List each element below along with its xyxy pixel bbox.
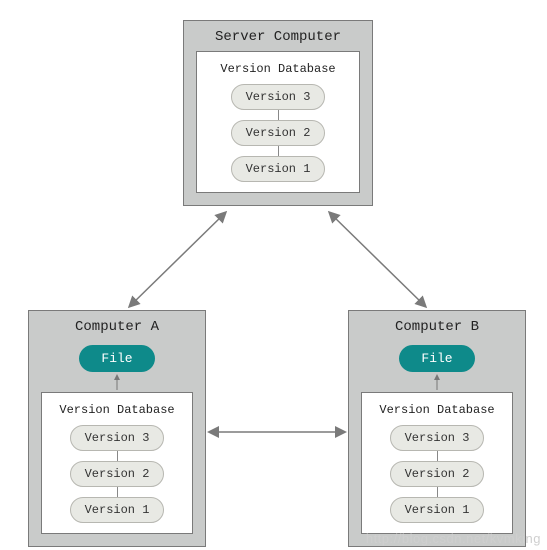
computer-b-box: Computer B File Version Database Version… <box>348 310 526 547</box>
file-pill: File <box>79 345 154 372</box>
version-pill: Version 2 <box>70 461 165 487</box>
computer-a-title: Computer A <box>29 311 205 341</box>
version-pill: Version 1 <box>70 497 165 523</box>
computer-a-db: Version Database Version 3 Version 2 Ver… <box>41 392 193 534</box>
computer-a-box: Computer A File Version Database Version… <box>28 310 206 547</box>
file-arrow-icon <box>107 374 127 392</box>
connector-line <box>278 146 279 156</box>
watermark-text: http://blog.csdn.net/kvmking <box>366 531 541 546</box>
version-pill: Version 3 <box>70 425 165 451</box>
file-arrow-icon <box>427 374 447 392</box>
server-box: Server Computer Version Database Version… <box>183 20 373 206</box>
connector-line <box>117 451 118 461</box>
computer-b-title: Computer B <box>349 311 525 341</box>
connector-line <box>437 487 438 497</box>
version-pill: Version 3 <box>390 425 485 451</box>
connector-line <box>117 487 118 497</box>
computer-a-db-title: Version Database <box>42 399 192 425</box>
computer-b-db: Version Database Version 3 Version 2 Ver… <box>361 392 513 534</box>
version-pill: Version 1 <box>231 156 326 182</box>
version-pill: Version 3 <box>231 84 326 110</box>
server-title: Server Computer <box>184 21 372 51</box>
computer-b-db-title: Version Database <box>362 399 512 425</box>
server-db-title: Version Database <box>197 58 359 84</box>
version-pill: Version 2 <box>390 461 485 487</box>
connector-line <box>278 110 279 120</box>
server-db: Version Database Version 3 Version 2 Ver… <box>196 51 360 193</box>
connector-line <box>437 451 438 461</box>
version-pill: Version 1 <box>390 497 485 523</box>
file-pill: File <box>399 345 474 372</box>
version-pill: Version 2 <box>231 120 326 146</box>
